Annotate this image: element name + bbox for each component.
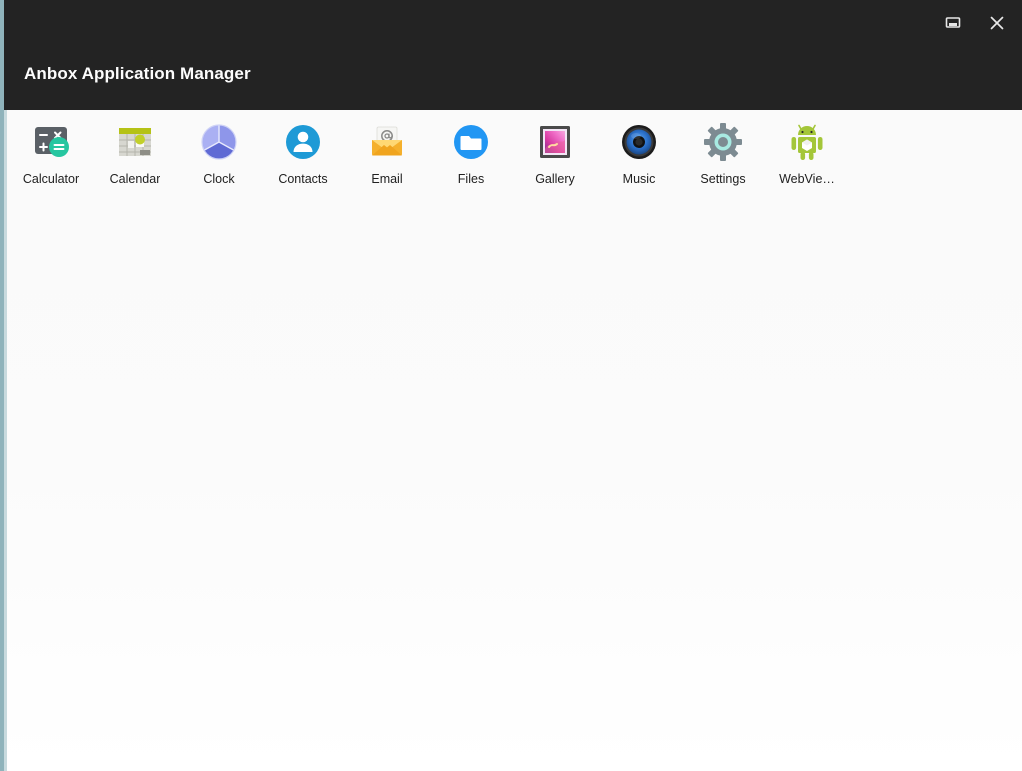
app-label: Music (622, 172, 656, 186)
music-icon (615, 118, 663, 166)
app-label: Clock (203, 172, 235, 186)
app-tile-contacts[interactable]: Contacts (261, 116, 345, 200)
restore-window-button[interactable] (936, 8, 970, 38)
window-title: Anbox Application Manager (24, 64, 251, 83)
app-label: Contacts (278, 172, 328, 186)
app-tile-calendar[interactable]: Calendar (93, 116, 177, 200)
close-window-button[interactable] (980, 8, 1014, 38)
app-label: Email (371, 172, 403, 186)
app-tile-clock[interactable]: Clock (177, 116, 261, 200)
app-tile-settings[interactable]: Settings (681, 116, 765, 200)
email-icon (363, 118, 411, 166)
app-tile-gallery[interactable]: Gallery (513, 116, 597, 200)
app-label: Files (457, 172, 485, 186)
calculator-icon (27, 118, 75, 166)
app-label: Gallery (535, 172, 575, 186)
application-grid: Calculator Calendar Clock Contacts Email… (7, 110, 849, 200)
android-webview-icon (783, 118, 831, 166)
app-label: Settings (700, 172, 746, 186)
clock-icon (195, 118, 243, 166)
window-titlebar[interactable]: Anbox Application Manager (4, 0, 1022, 110)
app-tile-calculator[interactable]: Calculator (9, 116, 93, 200)
app-tile-music[interactable]: Music (597, 116, 681, 200)
app-label: Calculator (22, 172, 80, 186)
application-list-area: Calculator Calendar Clock Contacts Email… (7, 110, 1022, 771)
settings-icon (699, 118, 747, 166)
files-icon (447, 118, 495, 166)
app-label: Calendar (109, 172, 161, 186)
app-tile-files[interactable]: Files (429, 116, 513, 200)
calendar-icon (111, 118, 159, 166)
app-tile-webview[interactable]: WebVie… (765, 116, 849, 200)
window-restore-icon (945, 17, 961, 28)
anbox-application-manager-window: Anbox Application Manager Calculator Cal… (0, 0, 1022, 771)
contacts-icon (279, 118, 327, 166)
gallery-icon (531, 118, 579, 166)
app-tile-email[interactable]: Email (345, 116, 429, 200)
window-controls (936, 8, 1014, 38)
app-label: WebVie… (779, 172, 835, 186)
content-background (7, 110, 1022, 771)
close-icon (990, 16, 1004, 30)
